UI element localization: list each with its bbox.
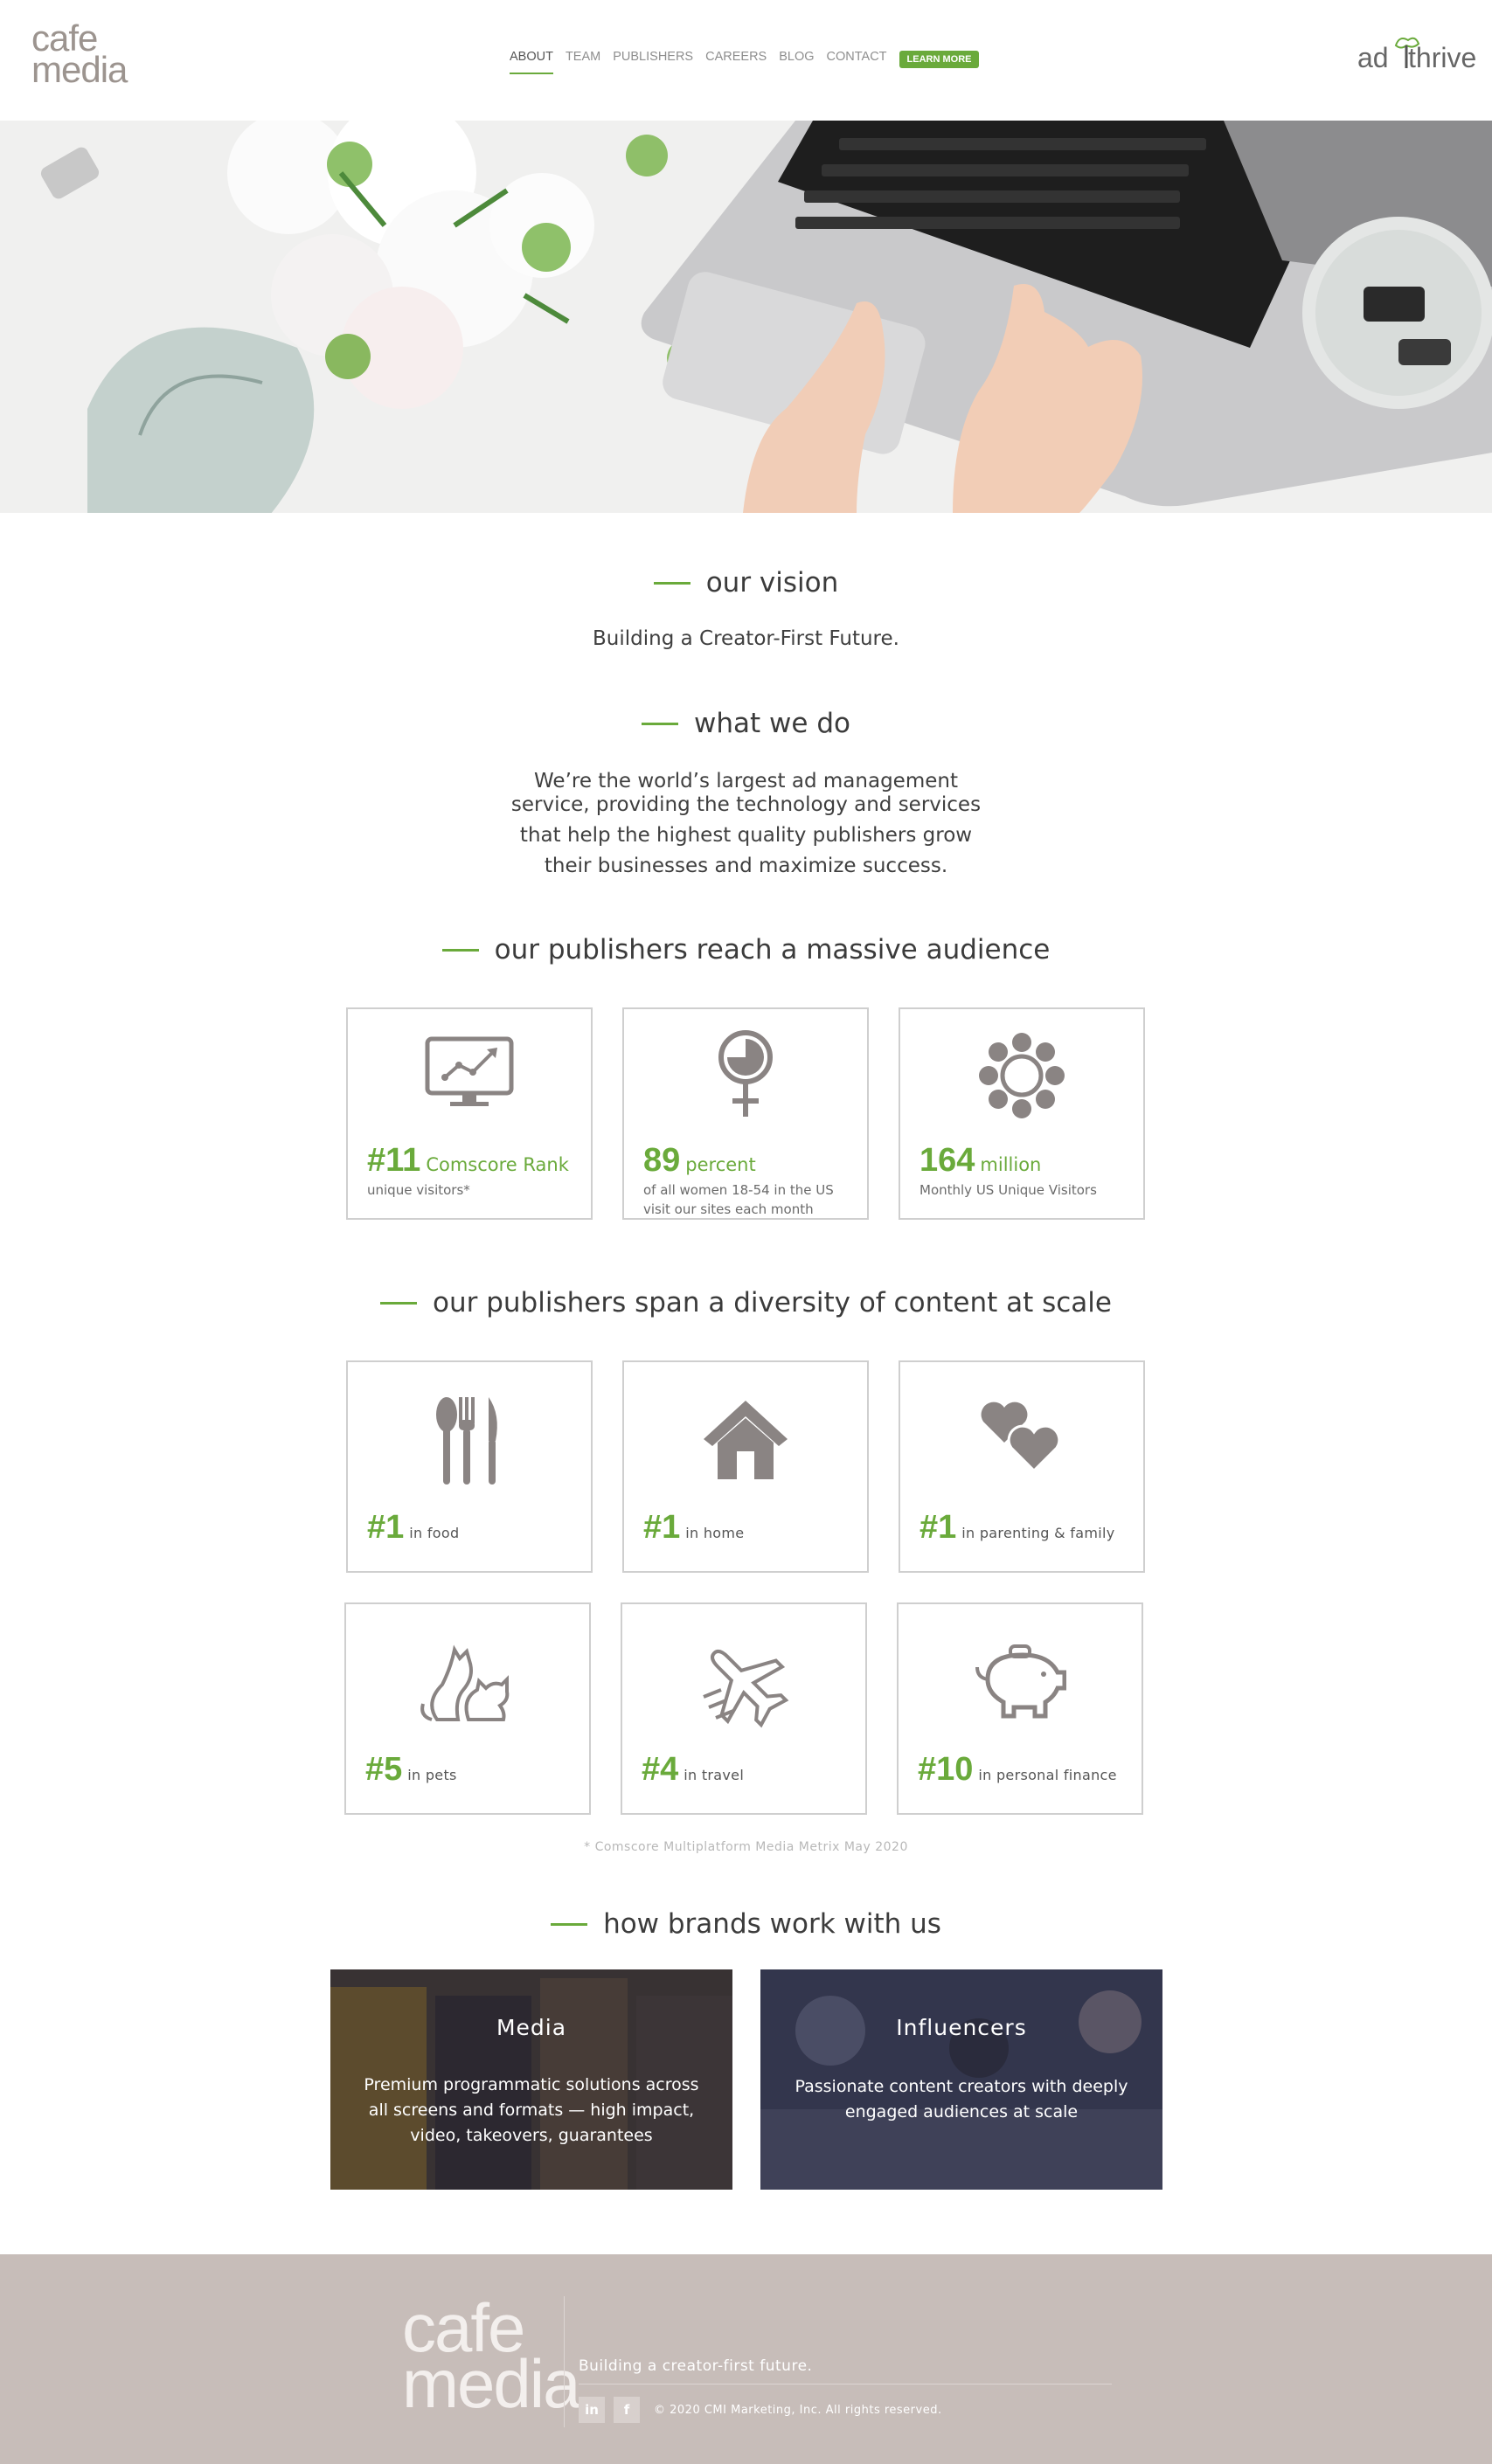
what-we-do-line: that help the highest quality publishers…: [519, 824, 973, 847]
description-line: video, takeovers, guarantees: [410, 2126, 653, 2145]
nav-about[interactable]: ABOUT: [510, 50, 553, 74]
description-line: Passionate content creators with deeply: [795, 2077, 1128, 2096]
footer-logo-line-2: media: [402, 2345, 580, 2422]
what-we-do-heading: what we do: [0, 704, 1492, 743]
rank-label: in personal finance: [978, 1767, 1117, 1783]
flower-icon: [979, 1033, 1065, 1118]
stat-card-comscore: #11 Comscore Rank unique visitors*: [346, 1007, 593, 1220]
what-we-do-text: We’re the world’s largest ad management …: [0, 766, 1492, 882]
cafemedia-logo[interactable]: cafe media: [31, 20, 128, 90]
stat-unit: Comscore Rank: [426, 1154, 569, 1175]
brand-card-title: Media: [496, 2015, 567, 2040]
rank-label: in travel: [684, 1767, 745, 1783]
accent-dash: [642, 722, 679, 725]
stat-caption: Monthly US Unique Visitors: [919, 1182, 1097, 1198]
description-line: engaged audiences at scale: [844, 2102, 1079, 2121]
rank-label: in home: [685, 1525, 745, 1541]
stat-caption: unique visitors*: [367, 1182, 470, 1198]
footer-tagline: Building a creator-first future.: [579, 2357, 813, 2375]
adthrive-text-thrive: thrive: [1408, 42, 1477, 73]
copyright-text: © 2020 CMI Marketing, Inc. All rights re…: [654, 2404, 942, 2417]
hearts-icon: [981, 1402, 1061, 1472]
what-we-do-line: their businesses and maximize success.: [544, 855, 948, 877]
accent-dash: [380, 1301, 418, 1305]
diversity-heading: our publishers span a diversity of conte…: [0, 1284, 1492, 1322]
site-footer: cafe media Building a creator-first futu…: [0, 2254, 1492, 2464]
brand-card-description: Passionate content creators with deeply …: [778, 2074, 1145, 2125]
site-header: cafe media ABOUT TEAM PUBLISHERS CAREERS…: [0, 0, 1492, 121]
brand-card-description: Premium programmatic solutions across al…: [348, 2073, 715, 2149]
category-card-parenting: #1 in parenting & family: [899, 1360, 1145, 1573]
rank-label: in parenting & family: [961, 1525, 1115, 1541]
vision-text: Building a Creator-First Future.: [593, 627, 899, 650]
what-we-do-line: service, providing the technology and se…: [510, 793, 982, 816]
brands-title: how brands work with us: [603, 1908, 941, 1940]
stat-caption: of all women 18-54 in the US: [643, 1182, 834, 1198]
vision-title: our vision: [705, 567, 839, 599]
brands-heading: how brands work with us: [0, 1905, 1492, 1943]
rank-value: #4: [642, 1751, 679, 1788]
rank-value: #10: [918, 1751, 974, 1788]
piggy-bank-icon: [975, 1644, 1066, 1719]
accent-dash: [551, 1922, 588, 1926]
brand-card-media[interactable]: Media Premium programmatic solutions acr…: [330, 1969, 732, 2190]
rank-value: #1: [643, 1509, 681, 1546]
monitor-chart-icon: [425, 1036, 514, 1106]
audience-heading: our publishers reach a massive audience: [0, 931, 1492, 969]
learn-more-button[interactable]: LEARN MORE: [899, 51, 980, 68]
audience-title: our publishers reach a massive audience: [494, 934, 1051, 966]
description-line: Premium programmatic solutions across: [364, 2075, 699, 2094]
brand-card-influencers[interactable]: Influencers Passionate content creators …: [760, 1969, 1162, 2190]
accent-dash: [653, 581, 690, 585]
category-card-pets: #5 in pets: [344, 1602, 591, 1815]
rank-value: #5: [365, 1751, 403, 1788]
footer-divider: [564, 2296, 565, 2427]
pets-icon: [420, 1644, 510, 1721]
logo-line-2: media: [31, 49, 128, 90]
rank-value: #1: [367, 1509, 405, 1546]
description-line: all screens and formats — high impact,: [368, 2101, 695, 2120]
nav-publishers[interactable]: PUBLISHERS: [613, 50, 693, 69]
stat-caption: visit our sites each month: [643, 1201, 814, 1217]
stat-value: #11: [367, 1142, 421, 1179]
facebook-icon[interactable]: f: [614, 2397, 640, 2423]
stat-unit: million: [980, 1154, 1042, 1175]
nav-blog[interactable]: BLOG: [779, 50, 814, 69]
accent-dash: [441, 948, 479, 952]
nav-team[interactable]: TEAM: [566, 50, 600, 69]
rank-label: in food: [409, 1525, 460, 1541]
stat-value: 164: [919, 1142, 975, 1179]
category-card-home: #1 in home: [622, 1360, 869, 1573]
stat-unit: percent: [685, 1154, 756, 1175]
house-icon: [704, 1401, 788, 1479]
vision-heading: our vision: [0, 564, 1492, 602]
footer-logo[interactable]: cafe media: [402, 2294, 580, 2422]
stat-card-women: 89 percent of all women 18-54 in the US v…: [622, 1007, 869, 1220]
what-we-do-title: what we do: [694, 708, 850, 739]
airplane-icon: [703, 1650, 789, 1728]
utensils-icon: [436, 1397, 497, 1485]
category-card-food: #1 in food: [346, 1360, 593, 1573]
rank-value: #1: [919, 1509, 957, 1546]
desk-laptop-flowers-illustration: [0, 121, 1492, 513]
linkedin-icon[interactable]: in: [579, 2397, 605, 2423]
category-card-finance: #10 in personal finance: [897, 1602, 1143, 1815]
stat-value: 89: [643, 1142, 681, 1179]
comscore-footnote: * Comscore Multiplatform Media Metrix Ma…: [584, 1840, 908, 1854]
main-nav: ABOUT TEAM PUBLISHERS CAREERS BLOG CONTA…: [510, 50, 980, 74]
category-card-travel: #4 in travel: [621, 1602, 867, 1815]
rank-label: in pets: [407, 1767, 457, 1783]
nav-careers[interactable]: CAREERS: [705, 50, 767, 69]
brand-card-title: Influencers: [896, 2015, 1027, 2040]
stat-card-visitors: 164 million Monthly US Unique Visitors: [899, 1007, 1145, 1220]
adthrive-logo[interactable]: ad thrive: [1357, 33, 1476, 79]
adthrive-text-ad: ad: [1357, 42, 1389, 73]
nav-contact[interactable]: CONTACT: [827, 50, 887, 69]
diversity-title: our publishers span a diversity of conte…: [433, 1287, 1112, 1319]
hero-image: [0, 121, 1492, 513]
female-symbol-icon: [718, 1030, 773, 1117]
